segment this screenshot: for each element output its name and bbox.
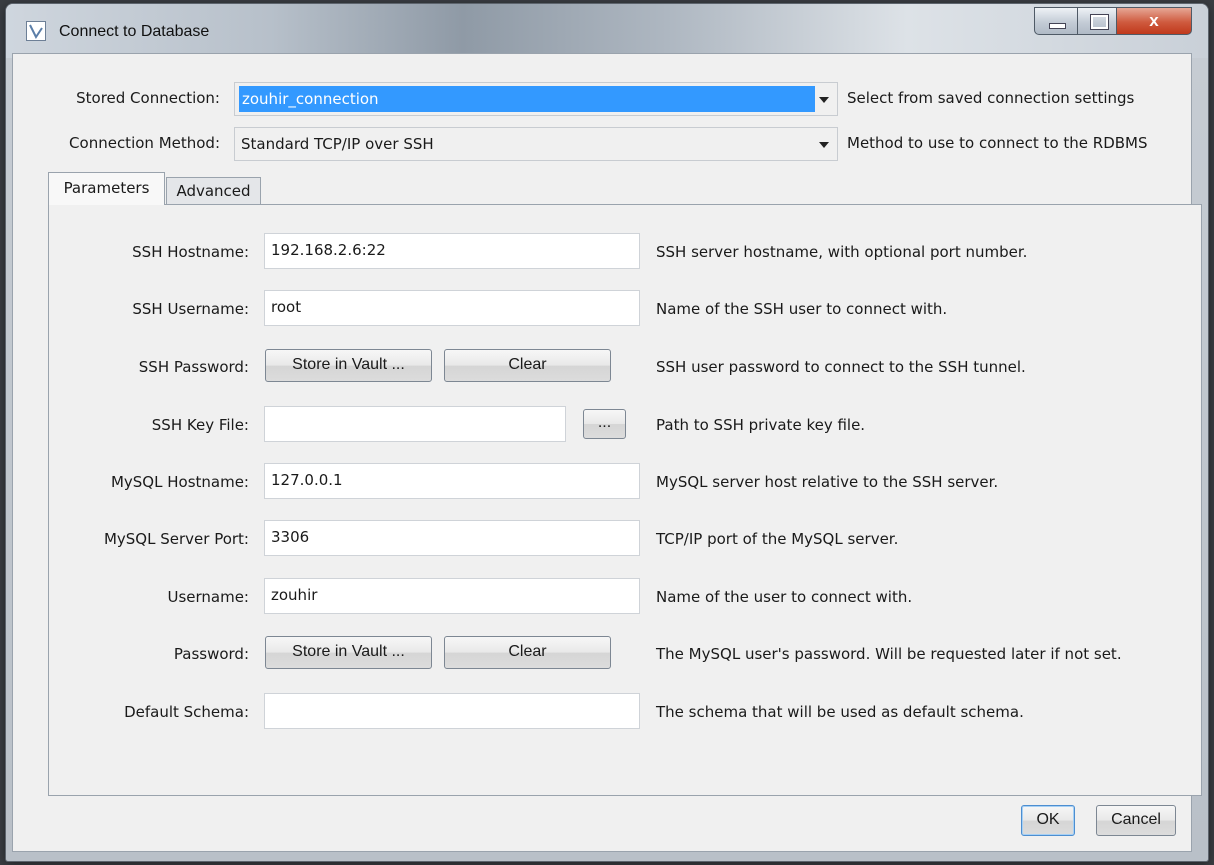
app-icon	[26, 21, 46, 41]
tab-parameters[interactable]: Parameters	[48, 172, 165, 205]
title-bar[interactable]: Connect to Database x	[6, 4, 1208, 58]
dialog-content: Stored Connection: zouhir_connection Sel…	[12, 53, 1202, 852]
chevron-down-icon	[819, 142, 829, 148]
ssh-hostname-input[interactable]: 192.168.2.6:22	[264, 233, 640, 269]
ssh-password-label: SSH Password:	[138, 358, 249, 376]
maximize-icon	[1090, 14, 1109, 30]
ssh-username-label: SSH Username:	[132, 300, 249, 318]
stored-connection-select[interactable]: zouhir_connection	[234, 82, 838, 116]
ssh-hostname-hint: SSH server hostname, with optional port …	[656, 243, 1028, 261]
maximize-button[interactable]	[1077, 7, 1117, 35]
ssh-keyfile-hint: Path to SSH private key file.	[656, 416, 866, 434]
stored-connection-hint: Select from saved connection settings	[847, 89, 1135, 107]
password-store-button[interactable]: Store in Vault ...	[265, 636, 432, 669]
connection-method-hint: Method to use to connect to the RDBMS	[847, 134, 1148, 152]
connection-method-select[interactable]: Standard TCP/IP over SSH	[234, 127, 838, 161]
ssh-password-hint: SSH user password to connect to the SSH …	[656, 358, 1026, 376]
stored-connection-label: Stored Connection:	[76, 89, 220, 107]
tab-advanced[interactable]: Advanced	[166, 177, 261, 204]
ssh-password-store-button[interactable]: Store in Vault ...	[265, 349, 432, 382]
minimize-icon	[1049, 23, 1066, 29]
ok-button[interactable]: OK	[1021, 805, 1075, 836]
default-schema-input[interactable]	[264, 693, 640, 729]
window-title: Connect to Database	[59, 23, 210, 40]
mysql-hostname-input[interactable]: 127.0.0.1	[264, 463, 640, 499]
password-clear-button[interactable]: Clear	[444, 636, 611, 669]
mysql-hostname-hint: MySQL server host relative to the SSH se…	[656, 473, 999, 491]
mysql-port-input[interactable]: 3306	[264, 520, 640, 556]
default-schema-hint: The schema that will be used as default …	[656, 703, 1024, 721]
ssh-keyfile-label: SSH Key File:	[151, 416, 249, 434]
cancel-button[interactable]: Cancel	[1096, 805, 1176, 836]
connection-method-label: Connection Method:	[69, 134, 220, 152]
username-hint: Name of the user to connect with.	[656, 588, 913, 606]
mysql-hostname-label: MySQL Hostname:	[110, 473, 249, 491]
connection-method-value: Standard TCP/IP over SSH	[241, 135, 434, 153]
ssh-keyfile-input[interactable]	[264, 406, 566, 442]
mysql-port-hint: TCP/IP port of the MySQL server.	[656, 530, 899, 548]
ssh-hostname-label: SSH Hostname:	[132, 243, 249, 261]
default-schema-label: Default Schema:	[124, 703, 249, 721]
ssh-keyfile-browse-button[interactable]: ...	[583, 409, 626, 439]
username-label: Username:	[167, 588, 249, 606]
stored-connection-value: zouhir_connection	[239, 86, 815, 112]
ssh-password-clear-button[interactable]: Clear	[444, 349, 611, 382]
password-label: Password:	[173, 645, 249, 663]
close-button[interactable]: x	[1116, 7, 1192, 35]
username-input[interactable]: zouhir	[264, 578, 640, 614]
close-icon: x	[1149, 11, 1159, 30]
password-hint: The MySQL user's password. Will be reque…	[656, 645, 1122, 663]
parameters-panel: SSH Hostname: 192.168.2.6:22 SSH server …	[48, 204, 1202, 796]
chevron-down-icon	[819, 97, 829, 103]
ssh-username-input[interactable]: root	[264, 290, 640, 326]
minimize-button[interactable]	[1034, 7, 1078, 35]
mysql-port-label: MySQL Server Port:	[103, 530, 249, 548]
ssh-username-hint: Name of the SSH user to connect with.	[656, 300, 948, 318]
